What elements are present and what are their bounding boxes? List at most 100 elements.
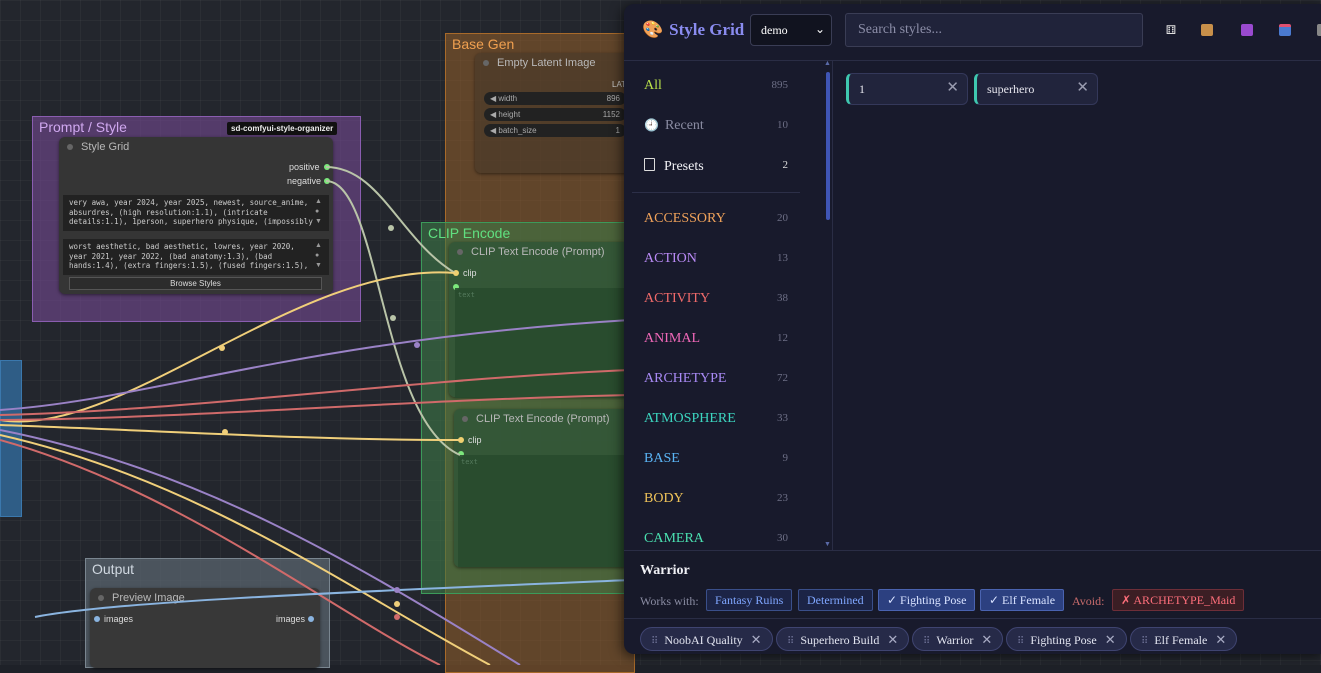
clip-input-dot[interactable] [453, 270, 459, 276]
selected-style-pill[interactable]: ⠿ Superhero Build ✕ [776, 627, 910, 651]
drag-handle-icon[interactable]: ⠿ [787, 636, 794, 647]
bookmark-icon [644, 158, 655, 171]
node-title: Empty Latent Image [497, 57, 596, 69]
sidebar-divider [632, 192, 800, 193]
sidebar-scrollbar[interactable] [826, 72, 830, 220]
close-icon[interactable]: ✕ [946, 78, 959, 97]
close-icon[interactable]: ✕ [981, 632, 992, 647]
width-widget[interactable]: ◀ width 896 [484, 92, 626, 105]
sidebar-item-body[interactable]: BODY 23 [644, 491, 788, 507]
images-output-dot[interactable] [308, 616, 314, 622]
scroll-down-icon[interactable]: ▼ [824, 541, 831, 548]
positive-output-dot[interactable] [324, 164, 330, 170]
widget-value: 1152 [602, 110, 620, 119]
positive-output-label: positive [289, 162, 320, 172]
search-tag[interactable]: 1 ✕ [846, 73, 968, 105]
preset-select[interactable]: demo ⌄ [750, 14, 832, 46]
images-output-label: images [276, 614, 306, 624]
offscreen-node[interactable] [0, 360, 22, 517]
collapse-dot-icon[interactable] [483, 60, 489, 66]
text-placeholder: text [458, 291, 475, 299]
negative-prompt-textarea[interactable]: worst aesthetic, bad aesthetic, lowres, … [63, 239, 329, 275]
dice-icon[interactable]: ⚅ [1163, 22, 1179, 38]
drag-handle-icon[interactable]: ⠿ [923, 636, 930, 647]
more-icon[interactable] [1317, 24, 1321, 36]
close-icon[interactable]: ✕ [751, 632, 762, 647]
collapse-dot-icon[interactable] [67, 144, 73, 150]
widget-value: 1 [615, 126, 620, 135]
sidebar-item-all[interactable]: All 895 [644, 78, 788, 94]
package-icon[interactable] [1201, 24, 1213, 36]
scroll-up-icon[interactable]: ▲ [824, 60, 831, 67]
preview-image-node[interactable]: Preview Image images images [90, 588, 320, 668]
palette-icon: 🎨 [642, 20, 664, 39]
browse-styles-button[interactable]: Browse Styles [69, 277, 322, 290]
sidebar-item-accessory[interactable]: ACCESSORY 20 [644, 211, 788, 227]
close-icon[interactable]: ✕ [1076, 78, 1089, 97]
scroll-arrows-icon[interactable]: ▲ ● ▼ [315, 241, 322, 271]
drag-handle-icon[interactable]: ⠿ [651, 636, 658, 647]
search-placeholder: Search styles... [858, 22, 942, 37]
text-widget[interactable]: text [458, 455, 633, 567]
close-icon[interactable]: ✕ [887, 632, 898, 647]
style-grid-node[interactable]: Style Grid positive negative very awa, y… [59, 137, 333, 294]
avoid-chip[interactable]: ✗ ARCHETYPE_Maid [1112, 589, 1245, 611]
drag-handle-icon[interactable]: ⠿ [1017, 636, 1024, 647]
style-grid-panel[interactable]: 🎨 Style Grid demo ⌄ Search styles... ⚅ All… [624, 4, 1321, 654]
sidebar-item-label: BODY [644, 491, 684, 506]
sidebar-item-presets[interactable]: Presets 2 [644, 158, 788, 175]
search-tag[interactable]: superhero ✕ [974, 73, 1098, 105]
plugin-badge: sd-comfyui-style-organizer [227, 122, 338, 135]
sidebar-item-label: All [644, 78, 662, 93]
collapse-dot-icon[interactable] [462, 416, 468, 422]
panel-header: 🎨 Style Grid demo ⌄ Search styles... ⚅ [624, 4, 1321, 61]
sidebar-item-atmosphere[interactable]: ATMOSPHERE 33 [644, 411, 788, 427]
collapse-dot-icon[interactable] [457, 249, 463, 255]
sidebar-item-action[interactable]: ACTION 13 [644, 251, 788, 267]
clip-text-encode-node-2[interactable]: CLIP Text Encode (Prompt) clip text [454, 409, 633, 567]
node-title: CLIP Text Encode (Prompt) [471, 246, 605, 258]
images-input-dot[interactable] [94, 616, 100, 622]
clip-text-encode-node-1[interactable]: CLIP Text Encode (Prompt) clip text [449, 242, 633, 398]
negative-output-dot[interactable] [324, 178, 330, 184]
selected-style-pill[interactable]: ⠿ Elf Female ✕ [1130, 627, 1238, 651]
node-title: CLIP Text Encode (Prompt) [476, 413, 610, 425]
group-title: CLIP Encode [428, 225, 511, 241]
selected-style-pill[interactable]: ⠿ NoobAI Quality ✕ [640, 627, 773, 651]
selected-styles-bar: ⠿ NoobAI Quality ✕ ⠿ Superhero Build ✕ ⠿ Warr… [624, 618, 1321, 654]
batch-size-widget[interactable]: ◀ batch_size 1 [484, 124, 626, 137]
works-with-chip[interactable]: Determined [798, 589, 873, 611]
sidebar-item-animal[interactable]: ANIMAL 12 [644, 331, 788, 347]
sidebar-item-activity[interactable]: ACTIVITY 38 [644, 291, 788, 307]
empty-latent-node[interactable]: Empty Latent Image LAT ◀ width 896 ◀ heig… [475, 53, 635, 173]
save-icon[interactable] [1241, 24, 1253, 36]
works-with-chip[interactable]: ✓ Fighting Pose [878, 589, 976, 611]
positive-prompt-textarea[interactable]: very awa, year 2024, year 2025, newest, … [63, 195, 329, 231]
sidebar-item-camera[interactable]: CAMERA 30 [644, 531, 788, 547]
category-sidebar[interactable]: All 895 🕘 Recent 10 Presets 2 ACCESSORY 20 AC… [632, 62, 800, 550]
works-with-chip[interactable]: ✓ Elf Female [980, 589, 1065, 611]
height-widget[interactable]: ◀ height 1152 [484, 108, 626, 121]
selected-style-pill[interactable]: ⠿ Fighting Pose ✕ [1006, 627, 1127, 651]
selected-style-pill[interactable]: ⠿ Warrior ✕ [912, 627, 1004, 651]
works-with-chip[interactable]: Fantasy Ruins [706, 589, 793, 611]
pill-label: Elf Female [1154, 633, 1208, 647]
sidebar-item-archetype[interactable]: ARCHETYPE 72 [644, 371, 788, 387]
clip-input-dot[interactable] [458, 437, 464, 443]
sidebar-item-count: 2 [782, 159, 789, 171]
sidebar-item-label: ACTION [644, 251, 697, 266]
inbox-icon[interactable] [1279, 24, 1291, 36]
drag-handle-icon[interactable]: ⠿ [1141, 636, 1148, 647]
close-icon[interactable]: ✕ [1215, 632, 1226, 647]
sidebar-item-count: 12 [777, 332, 788, 344]
search-input[interactable]: Search styles... [845, 13, 1143, 47]
sidebar-item-count: 20 [777, 212, 788, 224]
collapse-dot-icon[interactable] [98, 595, 104, 601]
node-title: Preview Image [112, 592, 185, 604]
scroll-arrows-icon[interactable]: ▲ ● ▼ [315, 197, 322, 227]
sidebar-item-recent[interactable]: 🕘 Recent 10 [644, 118, 788, 134]
group-title: Base Gen [452, 36, 515, 52]
close-icon[interactable]: ✕ [1105, 632, 1116, 647]
text-widget[interactable]: text [455, 288, 633, 398]
sidebar-item-base[interactable]: BASE 9 [644, 451, 788, 467]
